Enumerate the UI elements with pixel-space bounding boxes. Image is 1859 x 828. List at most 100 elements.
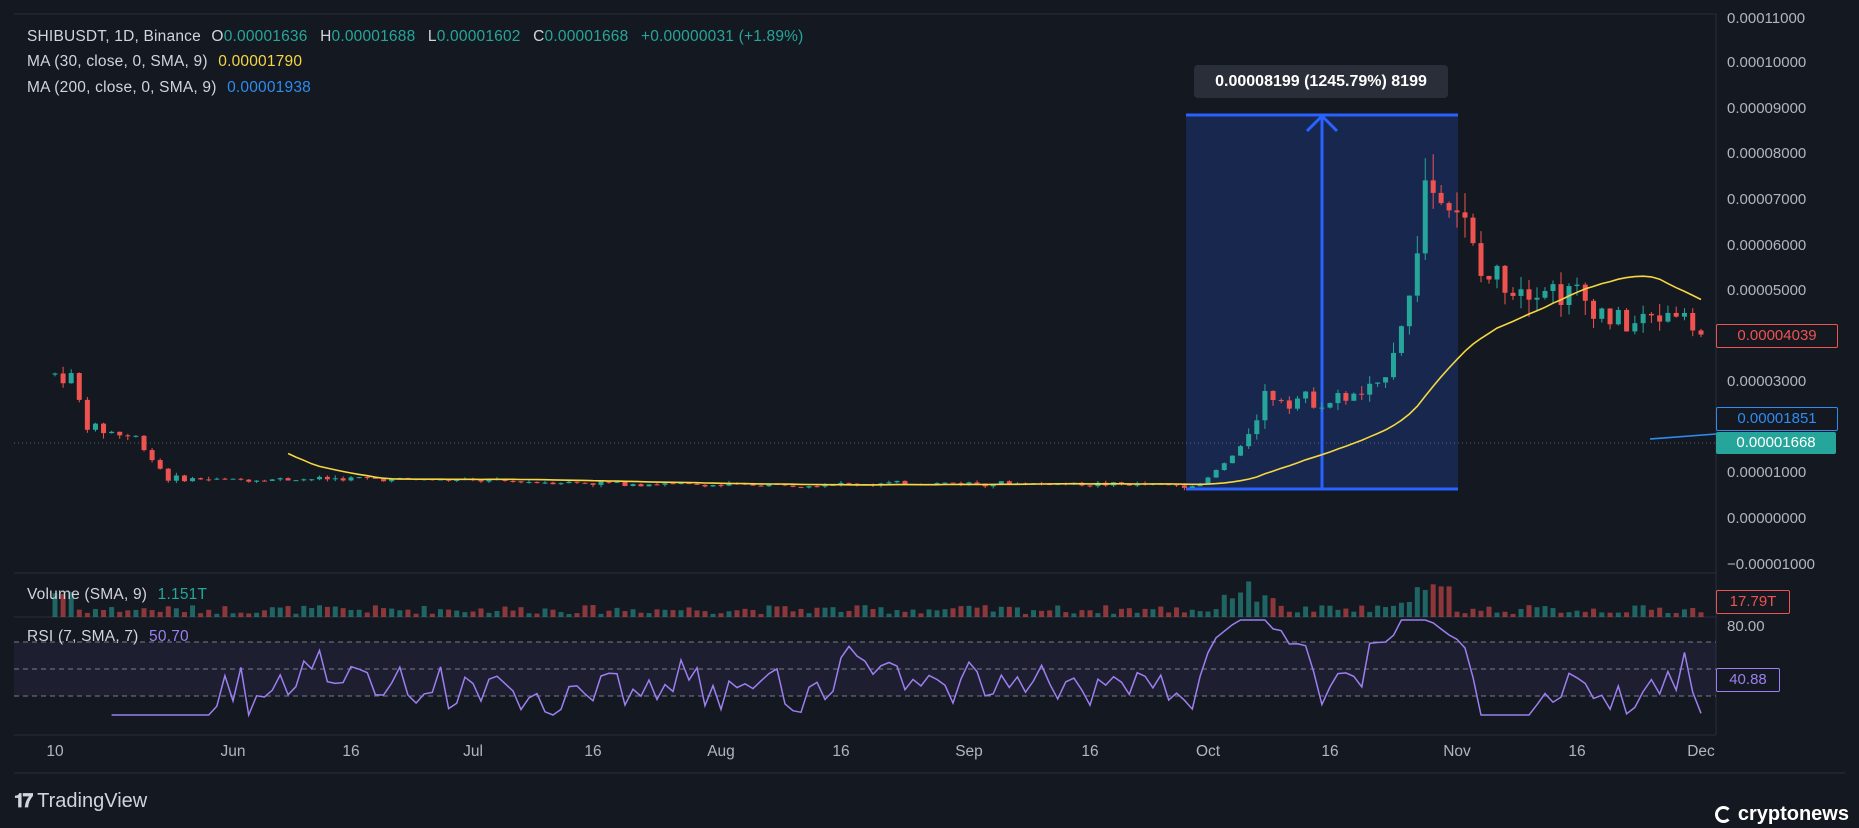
volume-bar — [494, 610, 500, 617]
volume-bar — [149, 610, 155, 617]
candle-body — [246, 479, 252, 482]
volume-bar — [141, 608, 147, 617]
volume-bar — [926, 609, 932, 617]
candle-body — [356, 477, 362, 479]
volume-bar — [1095, 613, 1101, 617]
candle-body — [1446, 203, 1452, 211]
open-label: O0.00001636 — [211, 28, 307, 45]
high-label: H0.00001688 — [320, 28, 415, 45]
candle-body — [1665, 312, 1671, 322]
volume-bar — [157, 611, 163, 617]
volume-bar — [1470, 608, 1476, 617]
candle-body — [1221, 463, 1227, 470]
volume-bar — [301, 605, 307, 617]
volume-bar — [254, 612, 260, 617]
cryptonews-brand: cryptonews — [1737, 803, 1849, 825]
volume-bar — [1319, 605, 1325, 617]
volume-bar — [1181, 612, 1187, 617]
symbol-label[interactable]: SHIBUSDT, 1D, Binance — [27, 28, 201, 45]
candle-body — [149, 450, 155, 461]
volume-bar — [1446, 586, 1452, 617]
candle-body — [590, 483, 596, 485]
ma30-legend[interactable]: MA (30, close, 0, SMA, 9) 0.00001790 — [27, 53, 308, 71]
volume-bar — [630, 609, 636, 617]
candle-body — [1367, 383, 1373, 395]
candle-body — [694, 483, 700, 485]
candle-body — [1229, 455, 1235, 464]
tradingview-logo-icon: 𝟏𝟕 — [14, 790, 33, 812]
candle-body — [340, 478, 346, 481]
candle-body — [1494, 265, 1500, 280]
volume-bar — [372, 605, 378, 617]
volume-bar — [206, 609, 212, 617]
candle-body — [1510, 292, 1516, 296]
candle-body — [574, 481, 580, 483]
volume-bar — [542, 608, 548, 617]
candle-body — [1454, 210, 1460, 213]
volume-bar — [742, 608, 748, 617]
ma200-legend[interactable]: MA (200, close, 0, SMA, 9) 0.00001938 — [27, 79, 317, 97]
volume-bar — [1079, 610, 1085, 617]
volume-bar — [606, 610, 612, 617]
volume-bar — [1391, 605, 1396, 617]
volume-bar — [934, 610, 940, 617]
candle-body — [550, 482, 556, 485]
volume-bar — [1430, 584, 1436, 617]
volume-bar — [1343, 608, 1349, 617]
volume-bar — [702, 611, 708, 617]
volume-bar — [1624, 612, 1630, 617]
volume-bar — [1134, 612, 1140, 617]
ma200-line — [1649, 433, 1717, 440]
candle-body — [254, 480, 260, 482]
candle-body — [646, 484, 652, 487]
candle-body — [1632, 323, 1638, 332]
candle-body — [654, 484, 660, 486]
candle-body — [950, 482, 956, 484]
volume-bar — [1063, 612, 1069, 617]
candle-body — [348, 477, 354, 481]
volume-bar — [446, 609, 452, 617]
candle-body — [1542, 290, 1548, 298]
rsi-legend[interactable]: RSI (7, SMA, 7) 50.70 — [27, 628, 195, 646]
volume-legend[interactable]: Volume (SMA, 9) 1.151T — [27, 586, 213, 604]
candle-body — [1502, 265, 1508, 293]
candle-body — [173, 475, 179, 481]
rsi-level-tick: 80.00 — [1727, 618, 1765, 635]
volume-bar — [1111, 613, 1117, 617]
open-prefix: O — [211, 28, 224, 45]
volume-bar — [1327, 605, 1333, 617]
volume-bar — [1022, 613, 1028, 617]
volume-bar — [550, 609, 556, 617]
volume-bar — [1150, 609, 1156, 617]
candle-body — [332, 478, 338, 480]
candle-body — [1213, 469, 1219, 478]
candle-body — [806, 486, 812, 488]
volume-bar — [814, 607, 820, 617]
volume-bar — [421, 605, 427, 617]
volume-bar — [782, 606, 788, 617]
candle-body — [894, 480, 900, 483]
candle-body — [1383, 377, 1389, 383]
volume-bar — [846, 610, 852, 617]
candle-body — [1406, 295, 1412, 327]
volume-bar — [1071, 613, 1077, 617]
volume-bar — [1166, 612, 1172, 617]
candle-body — [622, 481, 628, 486]
price-tick: 0.00000000 — [1727, 510, 1807, 527]
low-value: 0.00001602 — [436, 28, 521, 45]
chart-window: SHIBUSDT, 1D, Binance O0.00001636 H0.000… — [0, 0, 1859, 828]
volume-bar — [1383, 607, 1389, 617]
candle-body — [542, 482, 548, 484]
volume-bar — [910, 609, 916, 617]
high-value: 0.00001688 — [331, 28, 416, 45]
price-tick: 0.00010000 — [1727, 54, 1807, 71]
candle-body — [317, 476, 323, 480]
candle-body — [974, 482, 980, 484]
volume-bar — [1254, 601, 1260, 617]
volume-bar — [1406, 601, 1412, 617]
chart-canvas[interactable] — [0, 0, 1859, 828]
tradingview-logo[interactable]: 𝟏𝟕 TradingView — [14, 790, 147, 813]
volume-bar — [1566, 612, 1572, 617]
candle-body — [798, 486, 804, 488]
cryptonews-logo-icon — [1714, 806, 1732, 823]
